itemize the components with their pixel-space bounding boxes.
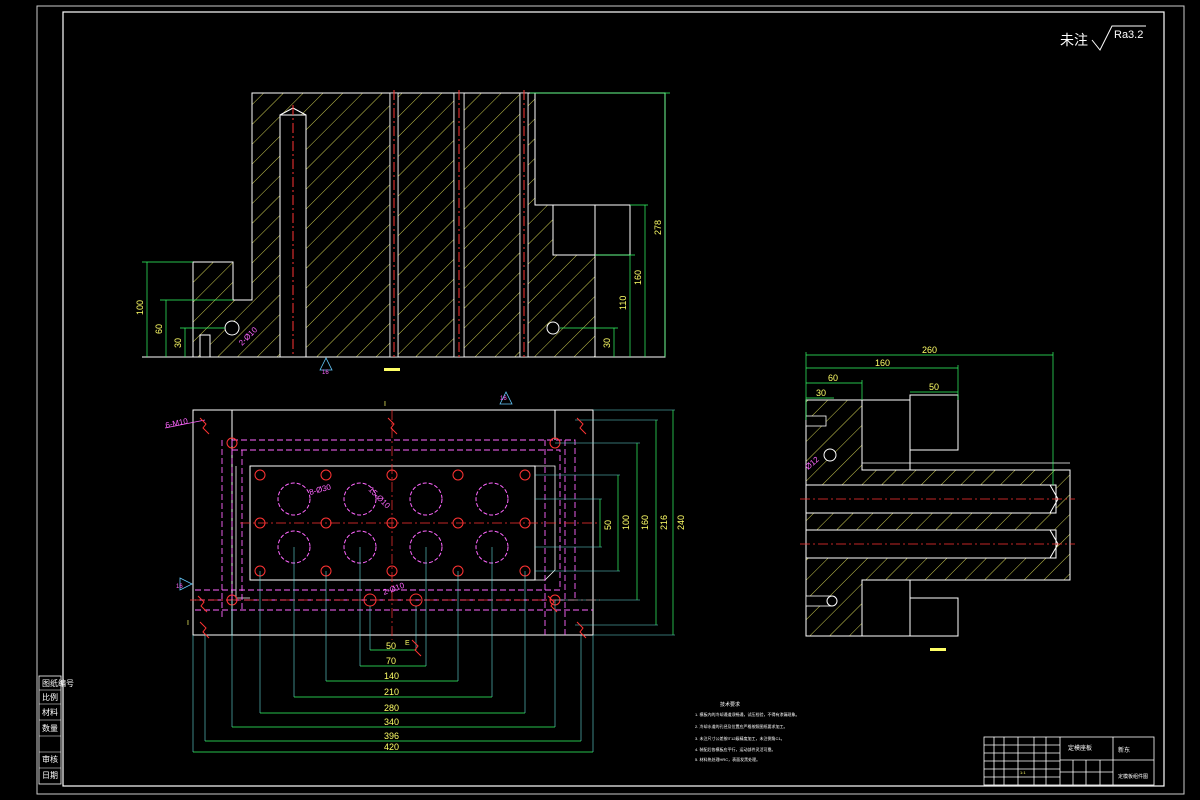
- top-dim-70: 70: [386, 656, 396, 666]
- strip-cell-3: 材料: [42, 707, 58, 717]
- pin-holes: [226, 437, 561, 607]
- title-drawing-name: 定模板组件图: [1118, 773, 1148, 780]
- label-sec-left: 16: [176, 584, 183, 590]
- front-dim-110: 110: [618, 296, 628, 310]
- label-cut-top: I: [384, 401, 386, 408]
- roughness-value: Ra3.2: [1114, 29, 1143, 41]
- note-1: 1. 模板内的冷却通道须畅通，试压检验，不得有渗漏现象。: [695, 711, 799, 717]
- title-scale: 1:1: [1020, 770, 1026, 775]
- front-dim-30: 30: [173, 338, 183, 348]
- note-5: 5. 材料热处理HRC，表面发黑处理。: [695, 756, 760, 762]
- label-cavities: 8-Ø30: [308, 482, 332, 497]
- top-view: 50 70 140 210 280 340 396 420 50 100 160…: [165, 391, 686, 753]
- note-4: 4. 装配后各模板应平行，运动部件灵活可靠。: [695, 746, 775, 752]
- strip-cell-4: 数量: [42, 723, 58, 733]
- side-view-tag: [930, 648, 946, 651]
- top-dim-420: 420: [384, 742, 399, 752]
- roughness-note: 未注 Ra3.2: [1060, 25, 1146, 51]
- strip-cell-6: 日期: [42, 771, 58, 780]
- front-hole-left: [224, 320, 240, 336]
- label-cut-bottom: E: [405, 640, 410, 647]
- front-dim-60: 60: [154, 324, 164, 334]
- label-sec-top: 16: [500, 396, 507, 402]
- strip-cell-2: 比例: [42, 692, 58, 702]
- front-section-label: 16: [322, 370, 329, 376]
- front-hatch-mid2: [463, 92, 521, 358]
- side-dim-160: 160: [875, 358, 890, 368]
- front-dim-160: 160: [633, 270, 643, 285]
- roughness-prefix: 未注: [1060, 32, 1088, 48]
- front-view-tag: [384, 368, 400, 371]
- front-view: 2-Ø10 100 60 30 278 160 110 30 16: [135, 90, 670, 376]
- outer-frame: [36, 5, 1185, 795]
- side-dim-60: 60: [828, 373, 838, 383]
- label-cut-left: I: [187, 620, 189, 627]
- side-dim-260: 260: [922, 345, 937, 355]
- top-dim-396: 396: [384, 731, 399, 741]
- top-dim-280: 280: [384, 703, 399, 713]
- side-dim-50: 50: [929, 382, 939, 392]
- title-company: 新东: [1118, 746, 1130, 754]
- top-dim-50: 50: [386, 641, 396, 651]
- front-hatch-mid1: [397, 92, 455, 358]
- front-dim-278: 278: [653, 220, 663, 235]
- side-strip: 图纸编号 比例 材料 数量 审核 日期: [38, 675, 74, 785]
- top-dim-140: 140: [384, 671, 399, 681]
- label-screws: 6-M10: [165, 416, 190, 430]
- strip-cell-5: 审核: [42, 754, 58, 764]
- top-dim-216-v: 216: [659, 515, 669, 530]
- top-dim-50-v: 50: [603, 520, 613, 530]
- label-channel: 2-Ø10: [382, 581, 406, 597]
- front-pin: [199, 334, 211, 358]
- front-hole-right: [546, 321, 560, 335]
- top-dim-100-v: 100: [621, 515, 631, 530]
- top-dim-210: 210: [384, 687, 399, 697]
- top-dim-340: 340: [384, 717, 399, 727]
- side-dim-30: 30: [816, 388, 826, 398]
- top-dim-160-v: 160: [640, 515, 650, 530]
- notes-title: 技术要求: [720, 701, 740, 708]
- note-3: 3. 未注尺寸公差按IT12级精度加工，未注倒角C1。: [695, 735, 785, 741]
- top-dim-240-v: 240: [676, 515, 686, 530]
- label-runner: 15-Ø10: [367, 485, 393, 511]
- strip-cell-1: 图纸编号: [42, 678, 74, 688]
- cad-drawing: 图纸编号 比例 材料 数量 审核 日期 未注 Ra3.2 2-Ø10 100 6…: [36, 5, 1185, 795]
- note-2: 2. 冷却水道的孔径及位置应严格按照图纸要求加工。: [695, 723, 787, 729]
- front-dim-30-right: 30: [602, 338, 612, 348]
- inner-frame: [62, 11, 1165, 787]
- title-part-name: 定模座板: [1068, 744, 1092, 752]
- front-section-mark: [319, 357, 333, 371]
- tech-notes: 技术要求 1. 模板内的冷却通道须畅通，试压检验，不得有渗漏现象。 2. 冷却水…: [695, 701, 799, 762]
- front-hatch-right: [527, 92, 596, 358]
- front-dim-100: 100: [135, 300, 145, 315]
- side-view: 260 160 60 50 30 Ø12: [800, 345, 1075, 651]
